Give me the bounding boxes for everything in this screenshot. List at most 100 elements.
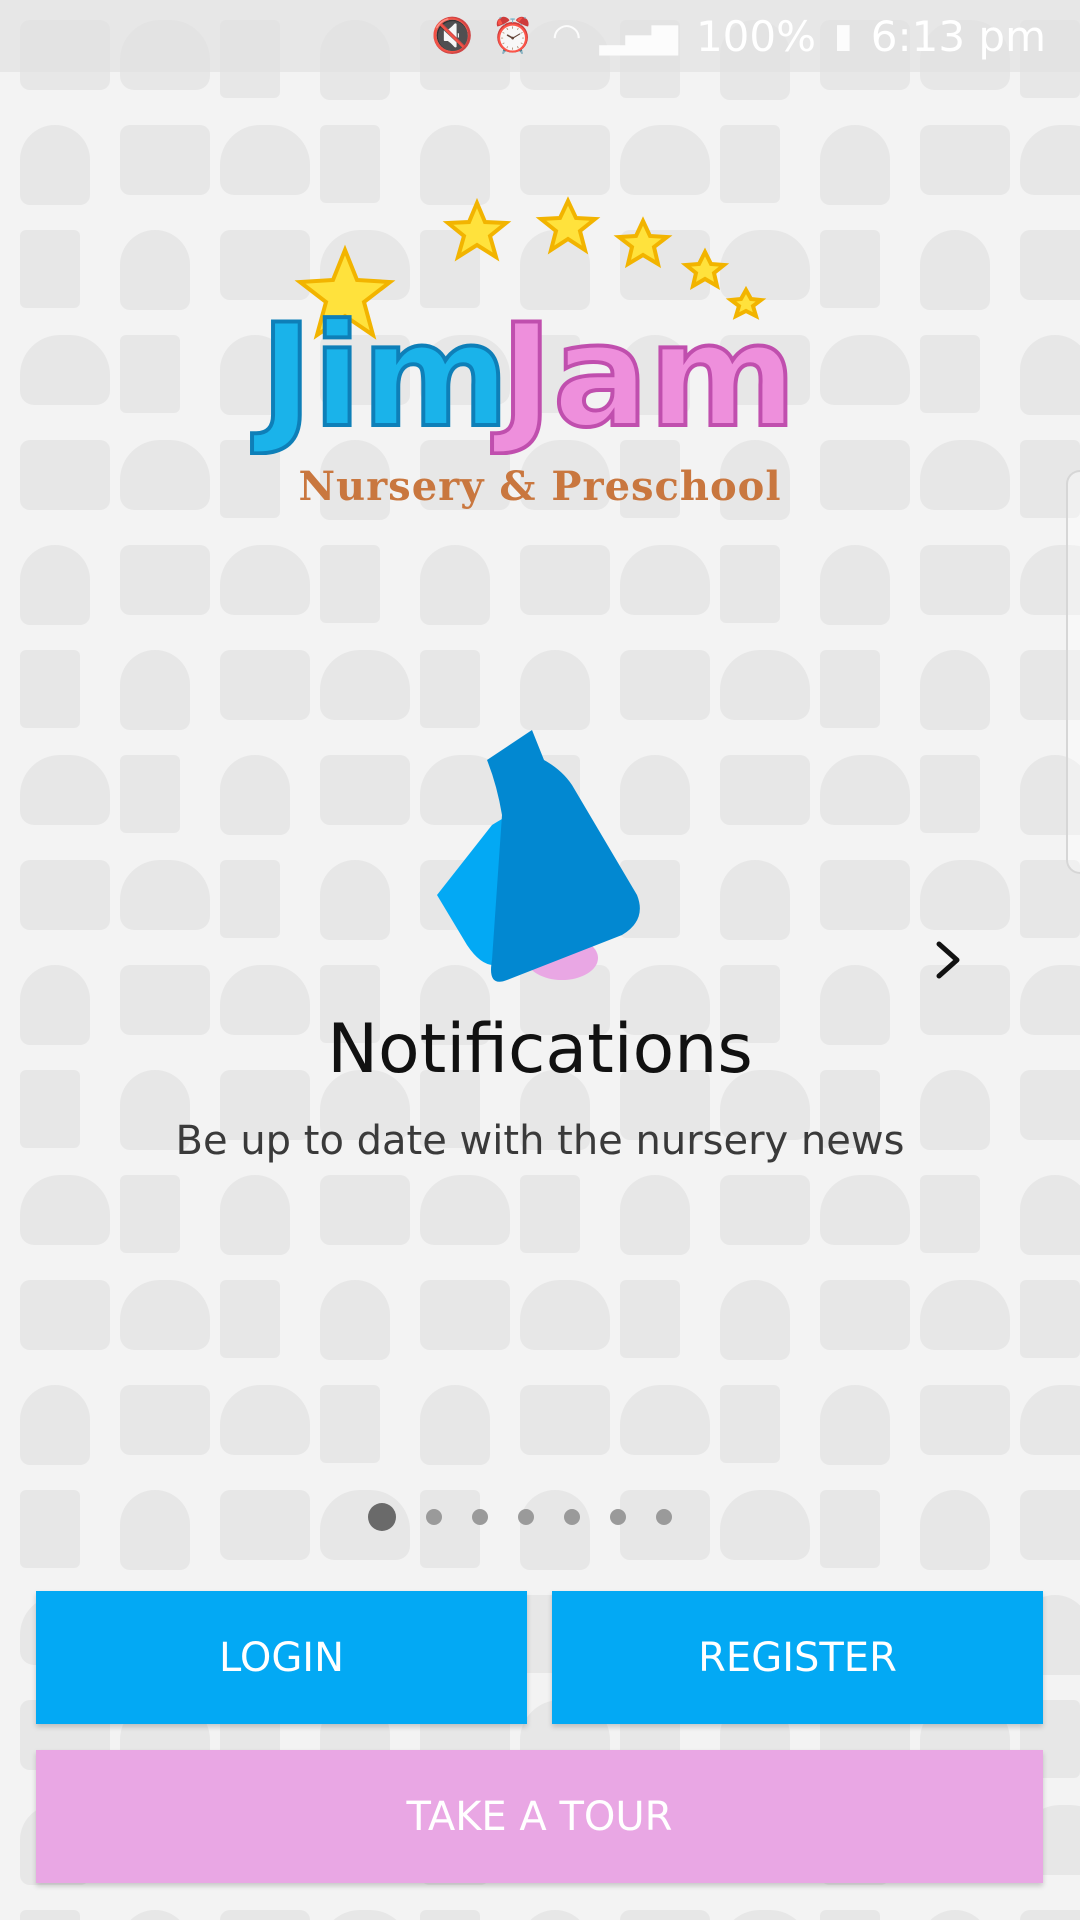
background-pattern-shape [920,650,990,730]
background-pattern-shape [920,230,990,310]
background-pattern-shape [920,1280,1010,1350]
background-pattern-shape [820,1280,910,1350]
page-dot-active[interactable] [368,1503,396,1531]
background-pattern-shape [920,860,1010,930]
svg-text:Jim: Jim [252,294,509,455]
star-icon [535,196,601,255]
next-slide-button[interactable] [928,935,968,985]
background-pattern-shape [820,1175,910,1245]
signal-icon: ▂▄▆ [599,16,678,56]
background-pattern-shape [120,230,190,310]
edge-panel-handle[interactable] [1066,470,1080,874]
page-dot[interactable] [518,1509,534,1525]
background-pattern-shape [320,1280,390,1360]
background-pattern-shape [220,545,310,615]
background-pattern-shape [920,335,980,413]
logo-subtitle: Nursery & Preschool [298,463,782,510]
background-pattern-shape [20,335,110,405]
background-pattern-shape [20,755,110,825]
clock: 6:13 pm [870,11,1046,61]
background-pattern-shape [120,650,190,730]
background-pattern-shape [720,860,790,940]
background-pattern-shape [520,545,610,615]
background-pattern-shape [920,1175,980,1253]
background-pattern-shape [720,1910,810,1920]
background-pattern-shape [20,1910,80,1920]
background-pattern-shape [620,545,710,615]
background-pattern-shape [420,1175,510,1245]
star-icon [613,216,673,269]
background-pattern-shape [920,440,1010,510]
slide-subtitle: Be up to date with the nursery news [175,1118,905,1164]
background-pattern-shape [20,650,80,728]
background-pattern-shape [120,1280,210,1350]
background-pattern-shape [120,755,180,833]
battery-level: 100% [695,11,817,61]
mute-icon: 🔇 [431,16,474,56]
background-pattern-shape [1020,230,1080,300]
background-pattern-shape [220,650,310,720]
background-pattern-shape [720,1385,780,1463]
background-pattern-shape [1020,1280,1080,1358]
background-pattern-shape [120,860,210,930]
background-pattern-shape [420,1910,480,1920]
chevron-right-icon [936,941,960,979]
background-pattern-shape [720,1175,810,1245]
background-pattern-shape [520,1280,610,1350]
app-logo: Jim Jam Nursery & Preschool [250,185,830,525]
background-pattern-shape [20,1280,110,1350]
background-pattern-shape [820,125,890,205]
star-icon [442,197,512,262]
background-pattern-shape [320,1385,380,1463]
page-dot[interactable] [564,1509,580,1525]
background-pattern-shape [220,1910,310,1920]
background-pattern-shape [920,125,1010,195]
background-pattern-shape [420,1280,510,1350]
background-pattern-shape [20,860,110,930]
background-pattern-shape [1020,1385,1080,1455]
take-a-tour-button[interactable]: TAKE A TOUR [36,1750,1043,1883]
background-pattern-shape [920,545,1010,615]
background-pattern-shape [1020,860,1080,938]
background-pattern-shape [220,860,280,938]
background-pattern-shape [820,440,910,510]
background-pattern-shape [520,1385,610,1455]
background-pattern-shape [120,1910,190,1920]
page-dot[interactable] [426,1509,442,1525]
background-pattern-shape [420,1385,490,1465]
slide-title: Notifications [327,1010,753,1089]
background-pattern-shape [1020,125,1080,195]
background-pattern-shape [320,860,390,940]
alarm-icon: ⏰ [491,16,534,56]
register-button[interactable]: REGISTER [552,1591,1043,1724]
background-pattern-shape [20,1385,90,1465]
background-pattern-shape [120,335,180,413]
background-pattern-shape [620,1910,710,1920]
background-pattern-shape [920,755,980,833]
background-pattern-shape [620,1385,710,1455]
background-pattern-shape [320,545,380,623]
background-pattern-shape [220,755,290,835]
wifi-icon: ◠ [551,16,582,56]
background-pattern-shape [620,650,710,720]
background-pattern-shape [620,1280,680,1358]
background-pattern-shape [320,1175,410,1245]
background-pattern-shape [20,440,110,510]
logo-graphic: Jim Jam [250,196,799,455]
background-pattern-shape [120,440,210,510]
background-pattern-shape [820,650,880,728]
background-pattern-shape [820,545,890,625]
background-pattern-shape [820,1385,890,1465]
page-dot[interactable] [656,1509,672,1525]
background-pattern-shape [320,1910,410,1920]
background-pattern-shape [720,545,780,623]
page-dot[interactable] [610,1509,626,1525]
star-icon [680,247,730,291]
page-dot[interactable] [472,1509,488,1525]
background-pattern-shape [420,545,490,625]
background-pattern-shape [820,860,910,930]
login-button[interactable]: LOGIN [36,1591,527,1724]
background-pattern-shape [1020,335,1080,415]
background-pattern-shape [1020,1910,1080,1920]
background-pattern-shape [720,755,810,825]
